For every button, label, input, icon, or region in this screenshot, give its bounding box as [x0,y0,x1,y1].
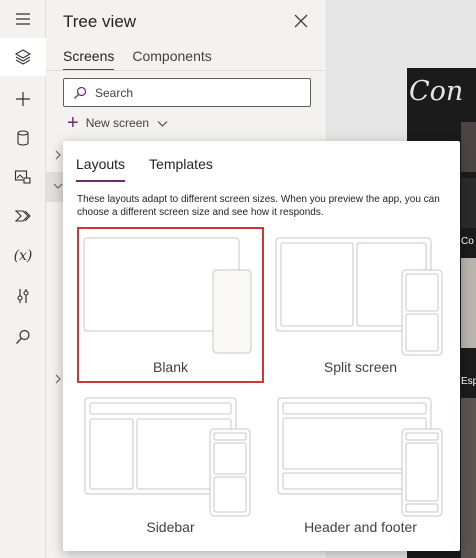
layout-split-screen[interactable]: Split screen [269,229,452,381]
popup-description: These layouts adapt to different screen … [77,194,440,218]
layout-header-and-footer[interactable]: Header and footer [269,391,452,543]
preview-image [461,258,476,348]
layout-label: Split screen [323,359,398,375]
plus-icon: + [67,112,79,134]
tab-screens[interactable]: Screens [63,48,115,71]
preview-tile-label: Co [461,236,474,247]
variables-icon: (x) [13,248,33,264]
preview-image [461,122,476,172]
layout-label: Sidebar [146,519,195,535]
chevron-right-icon[interactable] [53,374,63,384]
divider [46,70,327,71]
new-screen-button[interactable]: + New screen [67,112,168,134]
layers-icon [14,49,32,65]
layout-blank[interactable]: Blank [77,227,264,383]
tools-icon [17,289,29,303]
layout-sidebar[interactable]: Sidebar [79,391,262,543]
new-screen-popup: Layouts Templates These layouts adapt to… [63,141,460,551]
tree-tabs: Screens Components [63,48,212,71]
power-automate-icon [14,210,31,222]
chevron-down-icon [157,120,168,127]
insert-button[interactable] [0,80,46,118]
preview-image [461,398,476,558]
left-rail: (x) [0,0,46,558]
variables-button[interactable]: (x) [0,237,46,275]
menu-icon [16,13,30,25]
media-icon [14,170,31,184]
preview-image [461,178,476,228]
search-rail-button[interactable] [0,318,46,356]
tree-view-button[interactable] [0,38,46,76]
menu-button[interactable] [0,0,46,38]
close-icon[interactable] [293,13,309,29]
search-input[interactable] [95,85,295,100]
tools-button[interactable] [0,277,46,315]
search-box[interactable] [63,78,311,107]
new-screen-label: New screen [85,116,150,130]
tab-templates[interactable]: Templates [149,156,213,182]
panel-title: Tree view [63,12,137,31]
chevron-down-icon[interactable] [53,181,63,191]
preview-logo: Con [409,76,464,107]
chevron-right-icon[interactable] [53,150,63,160]
plus-icon [16,92,30,106]
search-icon [16,329,30,344]
popup-tabs: Layouts Templates [76,156,213,182]
media-button[interactable] [0,158,46,196]
preview-tile-label: Esp [461,376,476,387]
tab-components[interactable]: Components [132,48,211,71]
power-automate-button[interactable] [0,197,46,235]
tab-layouts[interactable]: Layouts [76,156,126,182]
data-icon [17,130,29,146]
search-icon [74,86,87,99]
data-button[interactable] [0,119,46,157]
layout-label: Blank [152,359,189,375]
layout-label: Header and footer [304,519,417,535]
